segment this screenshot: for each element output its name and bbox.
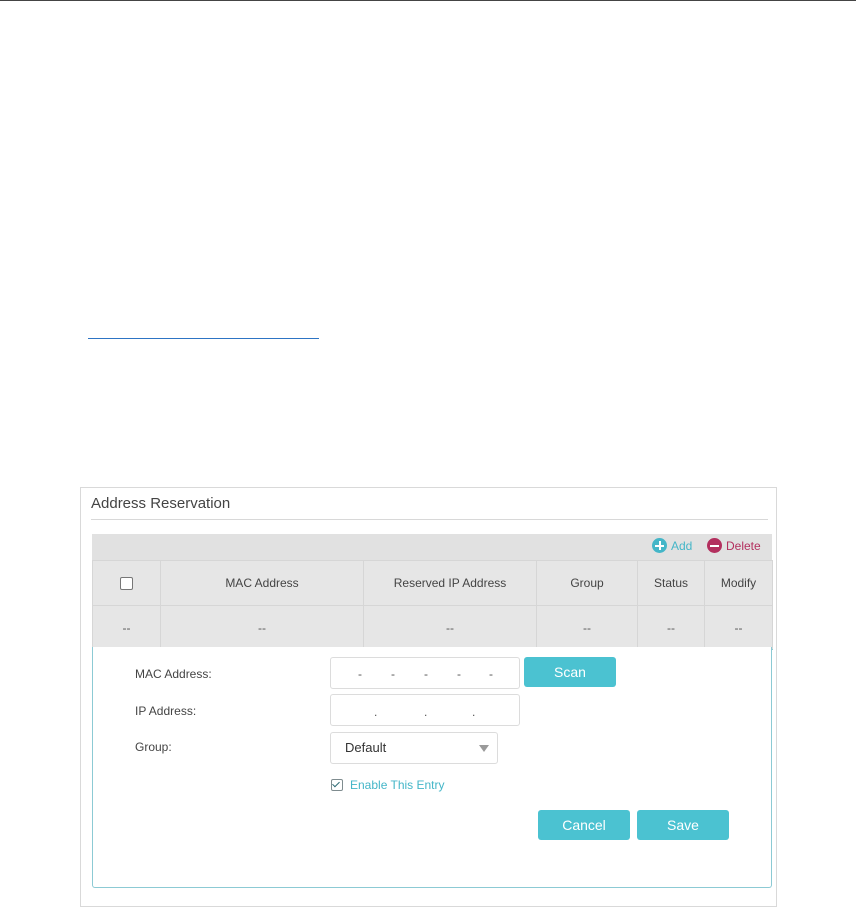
caret-down-icon [479,745,489,752]
mac-separator: - [489,667,493,681]
column-header-ip: Reserved IP Address [363,560,537,606]
add-button[interactable]: Add [652,538,692,553]
minus-circle-icon [707,538,722,553]
ip-address-input[interactable]: . . . [330,694,520,726]
select-all-cell [92,560,161,606]
mac-separator: - [358,667,362,681]
row-select-cell: -- [92,605,161,650]
panel-title: Address Reservation [91,495,231,512]
link-underline[interactable] [88,338,319,339]
enable-entry-label: Enable This Entry [350,778,445,792]
group-select[interactable]: Default [330,732,498,764]
row-modify-cell: -- [704,605,773,650]
cancel-button[interactable]: Cancel [538,810,630,840]
reservation-table: MAC Address Reserved IP Address Group St… [92,560,773,650]
select-all-checkbox[interactable] [120,577,133,591]
group-select-value: Default [345,740,387,755]
mac-separator: - [391,667,395,681]
row-status-cell: -- [637,605,705,650]
group-label: Group: [135,740,172,754]
ip-separator: . [472,705,476,719]
column-header-modify: Modify [704,560,773,606]
mac-separator: - [457,667,461,681]
row-group-cell: -- [536,605,638,650]
address-reservation-panel: Address Reservation Add Delete MAC Addre… [80,487,777,907]
row-ip-cell: -- [363,605,537,650]
enable-entry-toggle[interactable]: Enable This Entry [331,778,445,792]
ip-separator: . [424,705,428,719]
top-divider [0,0,856,1]
table-row: -- -- -- -- -- -- [92,605,773,650]
column-header-group: Group [536,560,638,606]
delete-label: Delete [726,538,761,553]
row-mac-cell: -- [160,605,364,650]
table-toolbar: Add Delete [92,534,772,560]
table-header-row: MAC Address Reserved IP Address Group St… [92,560,773,606]
column-header-mac: MAC Address [160,560,364,606]
delete-button[interactable]: Delete [707,538,761,553]
entry-editor: MAC Address: - - - - - Scan IP Address: … [92,647,772,888]
column-header-status: Status [637,560,705,606]
ip-separator: . [374,705,378,719]
mac-address-label: MAC Address: [135,667,212,681]
mac-separator: - [424,667,428,681]
ip-address-label: IP Address: [135,704,197,718]
mac-address-input[interactable]: - - - - - [330,657,520,689]
add-label: Add [671,538,693,553]
plus-circle-icon [652,538,667,553]
checkbox-checked-icon[interactable] [331,779,343,791]
scan-button[interactable]: Scan [524,657,616,687]
title-divider [91,519,768,520]
save-button[interactable]: Save [637,810,729,840]
